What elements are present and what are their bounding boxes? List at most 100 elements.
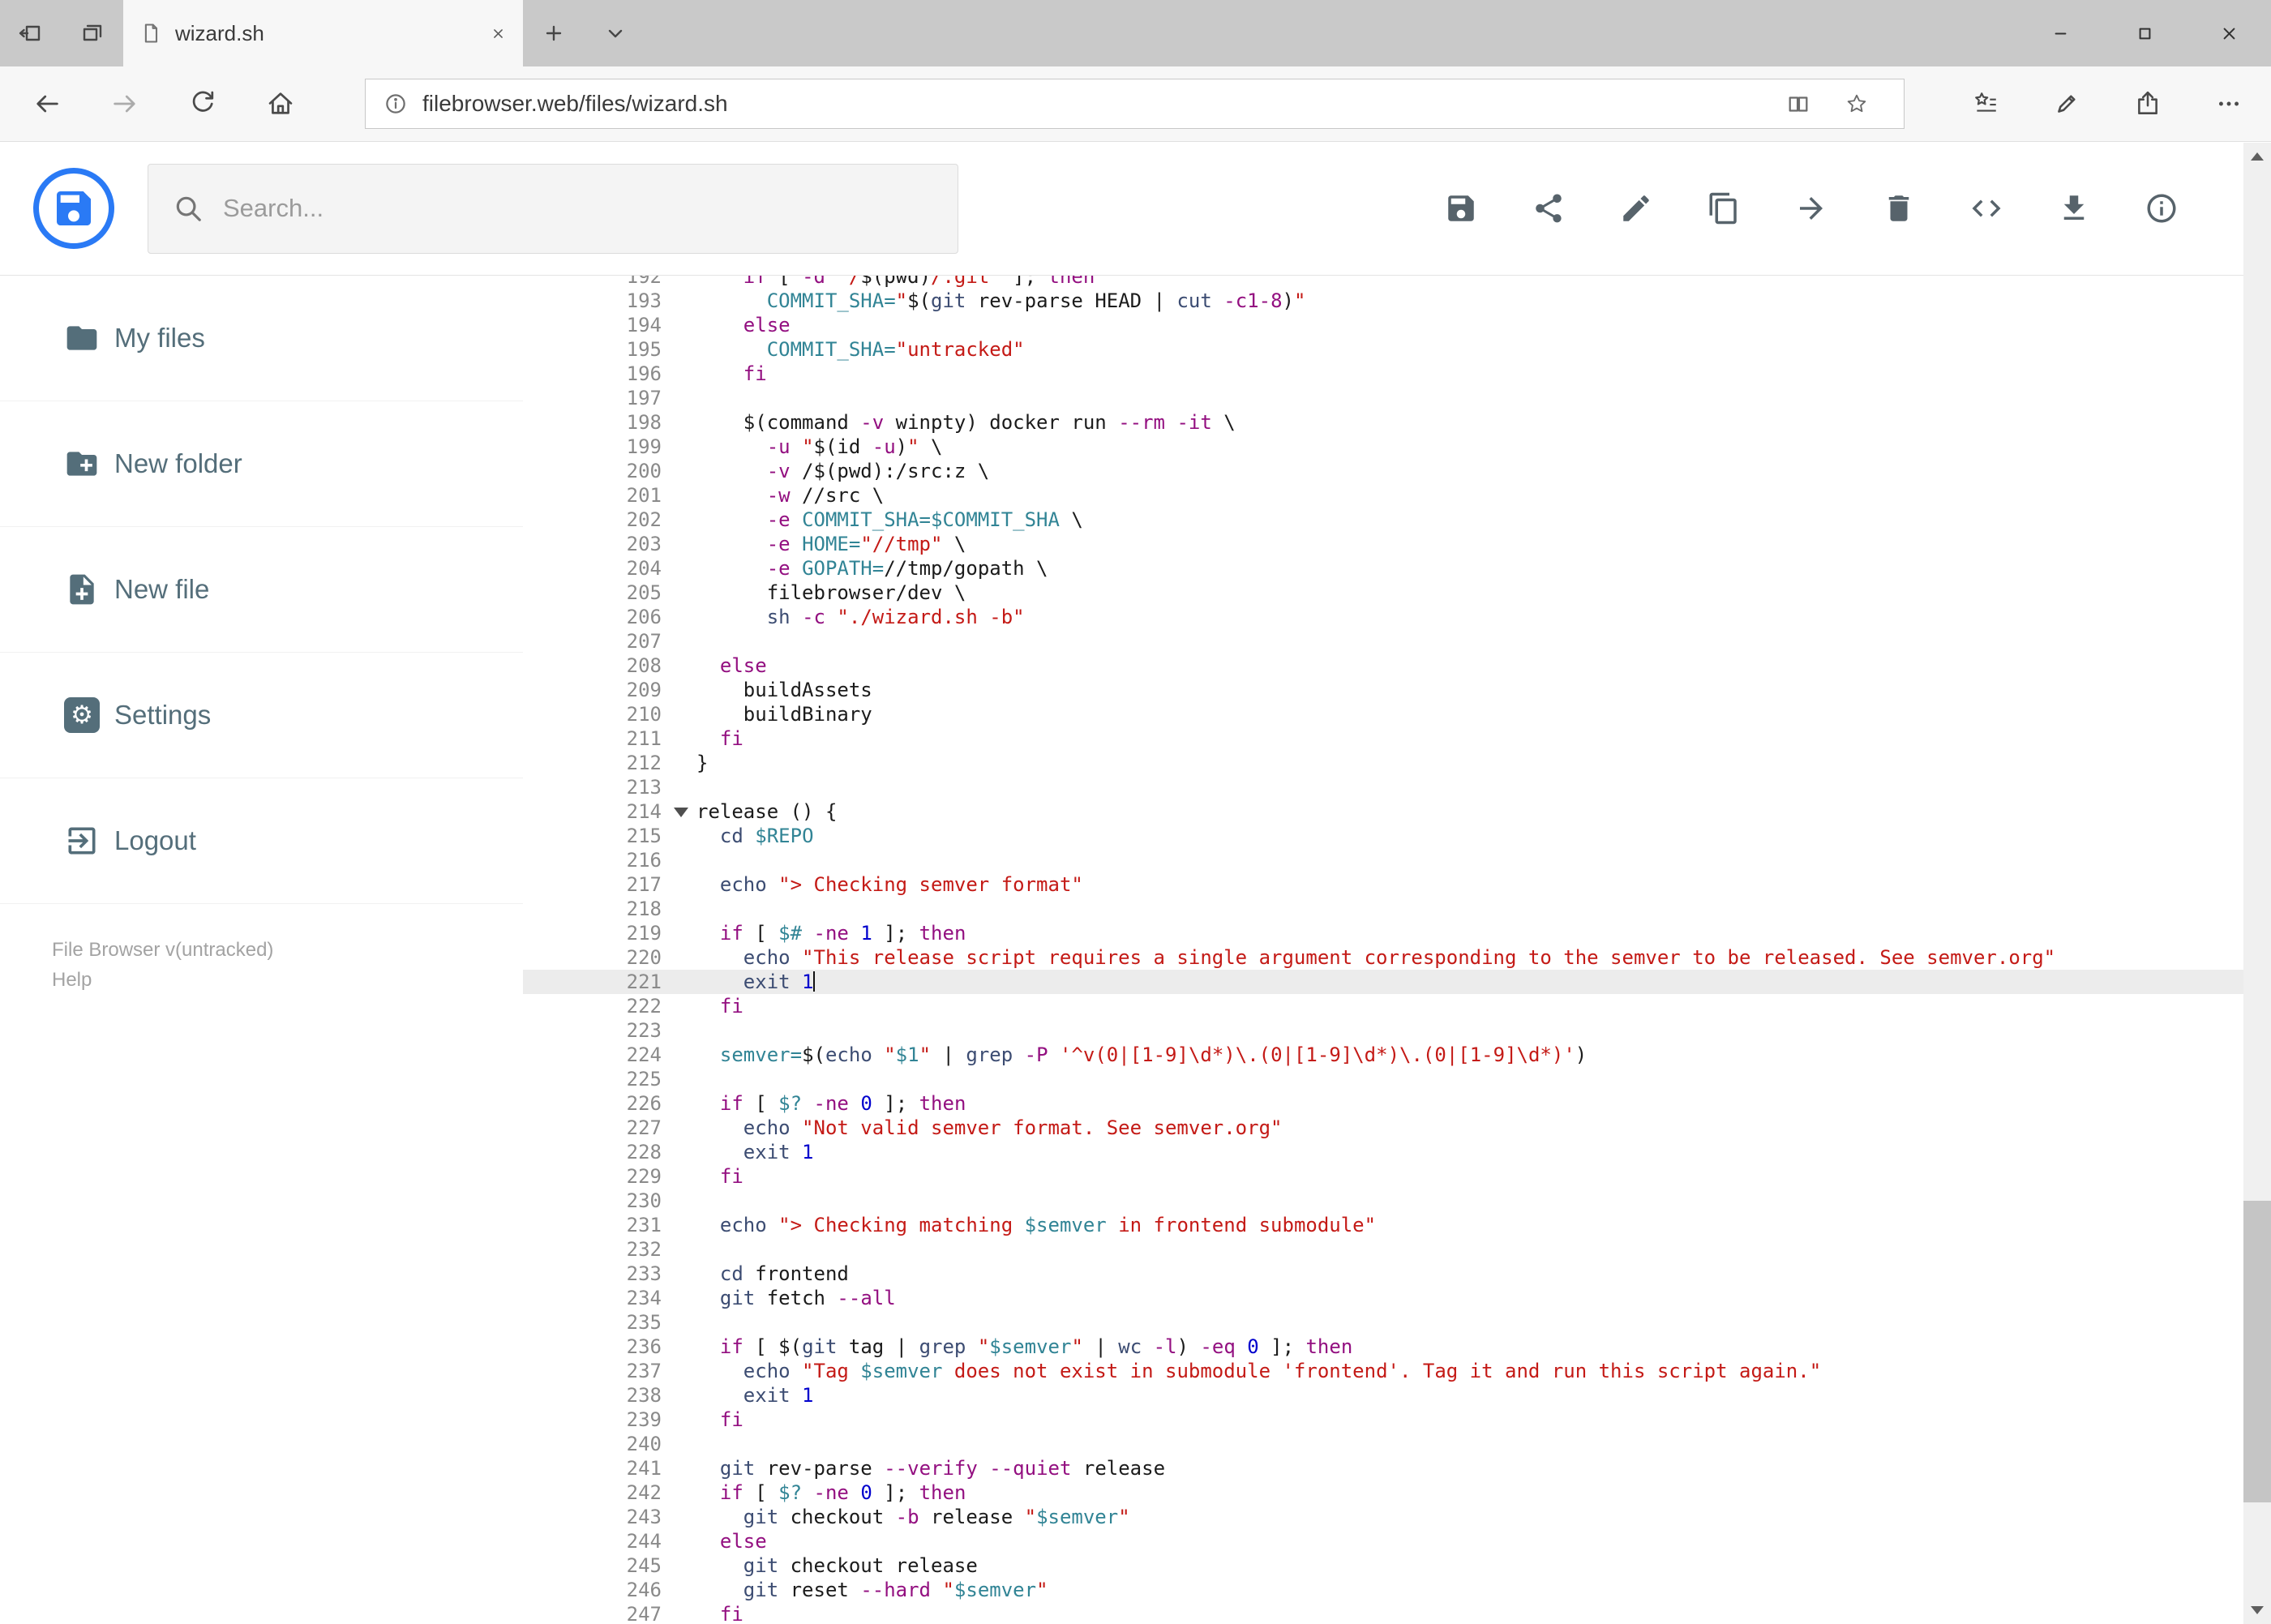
code-line-230[interactable]: 230 [523,1189,2271,1213]
code-line-224[interactable]: 224 semver=$(echo "$1" | grep -P '^v(0|[… [523,1043,2271,1067]
code-line-214[interactable]: 214 release () { [523,799,2271,824]
code-line-240[interactable]: 240 [523,1432,2271,1456]
code-line-205[interactable]: 205 filebrowser/dev \ [523,581,2271,605]
share-page-button[interactable] [2107,66,2188,141]
site-info-icon[interactable] [383,92,408,116]
code-line-218[interactable]: 218 [523,897,2271,921]
code-line-209[interactable]: 209 buildAssets [523,678,2271,702]
code-line-195[interactable]: 195 COMMIT_SHA="untracked" [523,337,2271,362]
scroll-down-button[interactable] [2243,1596,2271,1624]
share-button[interactable] [1532,191,1566,225]
browser-tab[interactable]: wizard.sh [123,0,523,66]
code-line-246[interactable]: 246 git reset --hard "$semver" [523,1578,2271,1602]
sidebar-item-my-files[interactable]: My files [0,276,523,401]
code-line-213[interactable]: 213 [523,775,2271,799]
close-window-button[interactable] [2187,0,2271,66]
code-line-226[interactable]: 226 if [ $? -ne 0 ]; then [523,1091,2271,1116]
reading-view-button[interactable] [1769,79,1828,128]
code-line-231[interactable]: 231 echo "> Checking matching $semver in… [523,1213,2271,1237]
code-line-212[interactable]: 212} [523,751,2271,775]
code-line-220[interactable]: 220 echo "This release script requires a… [523,945,2271,970]
rename-button[interactable] [1619,191,1653,225]
help-link[interactable]: Help [52,965,523,995]
code-line-221[interactable]: 221 exit 1 [523,970,2271,994]
new-tab-button[interactable] [523,0,585,66]
search-input[interactable] [223,194,933,223]
code-line-234[interactable]: 234 git fetch --all [523,1286,2271,1310]
code-line-196[interactable]: 196 fi [523,362,2271,386]
code-line-223[interactable]: 223 [523,1018,2271,1043]
add-favorite-button[interactable] [1828,79,1886,128]
code-line-239[interactable]: 239 fi [523,1408,2271,1432]
code-line-198[interactable]: 198 $(command -v winpty) docker run --rm… [523,410,2271,435]
code-line-235[interactable]: 235 [523,1310,2271,1335]
home-button[interactable] [242,66,319,141]
filebrowser-logo[interactable] [33,168,114,249]
address-bar[interactable]: filebrowser.web/files/wizard.sh [365,79,1905,129]
code-line-204[interactable]: 204 -e GOPATH=//tmp/gopath \ [523,556,2271,581]
search-box[interactable] [148,163,958,254]
code-line-192[interactable]: 192 if [ -d "/$(pwd)/.git" ]; then [523,276,2271,289]
back-button[interactable] [8,66,86,141]
code-line-207[interactable]: 207 [523,629,2271,653]
code-line-203[interactable]: 203 -e HOME="//tmp" \ [523,532,2271,556]
code-line-242[interactable]: 242 if [ $? -ne 0 ]; then [523,1480,2271,1505]
code-line-219[interactable]: 219 if [ $# -ne 1 ]; then [523,921,2271,945]
code-line-245[interactable]: 245 git checkout release [523,1553,2271,1578]
code-line-199[interactable]: 199 -u "$(id -u)" \ [523,435,2271,459]
code-line-215[interactable]: 215 cd $REPO [523,824,2271,848]
code-line-202[interactable]: 202 -e COMMIT_SHA=$COMMIT_SHA \ [523,508,2271,532]
code-line-222[interactable]: 222 fi [523,994,2271,1018]
sidebar-item-new-folder[interactable]: New folder [0,401,523,527]
scrollbar-track[interactable] [2243,170,2271,1596]
code-button[interactable] [1969,191,2003,225]
code-line-217[interactable]: 217 echo "> Checking semver format" [523,872,2271,897]
web-note-button[interactable] [2026,66,2107,141]
copy-button[interactable] [1707,191,1741,225]
sidebar-item-settings[interactable]: ⚙ Settings [0,653,523,778]
code-line-243[interactable]: 243 git checkout -b release "$semver" [523,1505,2271,1529]
sidebar-item-new-file[interactable]: New file [0,527,523,653]
more-button[interactable] [2188,66,2269,141]
show-tabs-button[interactable] [62,0,123,66]
code-line-225[interactable]: 225 [523,1067,2271,1091]
code-line-211[interactable]: 211 fi [523,726,2271,751]
tab-previews-toggle[interactable] [585,0,646,66]
scrollbar[interactable] [2243,143,2271,1624]
info-button[interactable] [2145,191,2179,225]
move-button[interactable] [1794,191,1828,225]
code-line-210[interactable]: 210 buildBinary [523,702,2271,726]
code-line-232[interactable]: 232 [523,1237,2271,1262]
tab-close-button[interactable] [490,25,507,42]
delete-button[interactable] [1882,191,1916,225]
minimize-button[interactable] [2018,0,2102,66]
code-line-208[interactable]: 208 else [523,653,2271,678]
code-editor[interactable]: 192 if [ -d "/$(pwd)/.git" ]; then 193 CO… [523,276,2271,1624]
code-line-237[interactable]: 237 echo "Tag $semver does not exist in … [523,1359,2271,1383]
code-line-227[interactable]: 227 echo "Not valid semver format. See s… [523,1116,2271,1140]
scroll-up-button[interactable] [2243,143,2271,170]
set-aside-tabs-button[interactable] [0,0,62,66]
code-line-206[interactable]: 206 sh -c "./wizard.sh -b" [523,605,2271,629]
code-line-229[interactable]: 229 fi [523,1164,2271,1189]
forward-button[interactable] [86,66,164,141]
code-line-244[interactable]: 244 else [523,1529,2271,1553]
code-line-238[interactable]: 238 exit 1 [523,1383,2271,1408]
scrollbar-thumb[interactable] [2243,1201,2271,1502]
code-line-201[interactable]: 201 -w //src \ [523,483,2271,508]
code-line-247[interactable]: 247 fi [523,1602,2271,1624]
code-line-233[interactable]: 233 cd frontend [523,1262,2271,1286]
sidebar-item-logout[interactable]: Logout [0,778,523,904]
save-button[interactable] [1444,191,1478,225]
code-line-241[interactable]: 241 git rev-parse --verify --quiet relea… [523,1456,2271,1480]
download-button[interactable] [2057,191,2091,225]
code-line-228[interactable]: 228 exit 1 [523,1140,2271,1164]
code-line-197[interactable]: 197 [523,386,2271,410]
code-line-200[interactable]: 200 -v /$(pwd):/src:z \ [523,459,2271,483]
code-line-194[interactable]: 194 else [523,313,2271,337]
maximize-button[interactable] [2102,0,2187,66]
code-line-236[interactable]: 236 if [ $(git tag | grep "$semver" | wc… [523,1335,2271,1359]
code-line-216[interactable]: 216 [523,848,2271,872]
hub-button[interactable] [1945,66,2026,141]
code-line-193[interactable]: 193 COMMIT_SHA="$(git rev-parse HEAD | c… [523,289,2271,313]
